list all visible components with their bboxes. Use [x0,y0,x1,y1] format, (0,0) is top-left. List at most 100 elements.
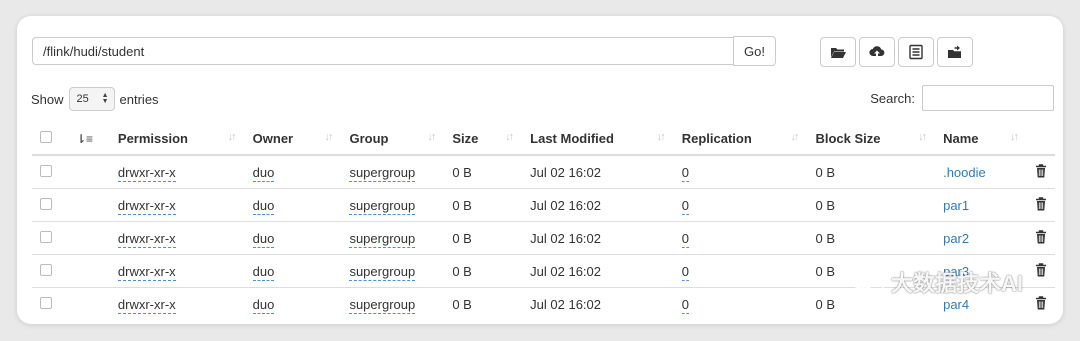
owner-value[interactable]: duo [252,230,275,248]
select-arrows-icon: ▲ ▼ [101,92,109,105]
owner-value[interactable]: duo [252,296,275,314]
owner-cell: duo [244,221,342,255]
owner-value[interactable]: duo [252,197,275,215]
path-bar: Go! [32,36,776,66]
trash-icon[interactable] [1035,163,1047,181]
name-link[interactable]: par1 [943,198,969,213]
row-checkbox[interactable] [40,296,52,309]
column-header-block-size[interactable]: Block Size ↓↑ [807,122,936,156]
group-value[interactable]: supergroup [349,263,416,281]
sort-icon: ↓↑ [427,131,436,143]
table-row[interactable]: drwxr-xr-x duo supergroup 0 B Jul 02 16:02 0 0… [32,287,1055,320]
group-cell: supergroup [341,154,445,189]
sort-icon: ↓↑ [324,131,333,143]
sort-icon: ↓↑ [1010,131,1019,143]
name-cell: par3 [935,254,1027,288]
table-row[interactable]: drwxr-xr-x duo supergroup 0 B Jul 02 16:02 0 0… [32,221,1055,255]
last-modified-cell: Jul 02 16:02 [522,154,674,189]
column-header-name[interactable]: Name ↓↑ [935,122,1027,156]
column-header-last-modified[interactable]: Last Modified ↓↑ [522,122,674,156]
trash-icon[interactable] [1035,295,1047,313]
row-spacer-cell [67,221,110,255]
permission-value[interactable]: drwxr-xr-x [117,296,176,314]
name-cell: par1 [935,188,1027,222]
path-input[interactable] [32,37,733,65]
owner-cell: duo [244,154,342,189]
owner-value[interactable]: duo [252,164,275,182]
replication-value[interactable]: 0 [681,230,689,248]
block-size-cell: 0 B [807,154,936,189]
group-value[interactable]: supergroup [349,197,416,215]
column-header-group[interactable]: Group ↓↑ [341,122,445,156]
replication-cell: 0 [673,254,808,288]
permission-cell: drwxr-xr-x [109,221,245,255]
permission-cell: drwxr-xr-x [109,188,245,222]
row-spacer-cell [67,188,110,222]
name-link[interactable]: .hoodie [943,165,986,180]
actions-header [1027,122,1055,156]
group-cell: supergroup [341,254,445,288]
name-cell: par4 [935,287,1027,320]
list-icon [909,44,923,60]
column-header-permission[interactable]: Permission ↓↑ [109,122,245,156]
sort-icon: ↓↑ [505,131,514,143]
column-header-replication[interactable]: Replication ↓↑ [673,122,808,156]
row-checkbox[interactable] [40,230,52,243]
trash-icon[interactable] [1035,262,1047,280]
permission-value[interactable]: drwxr-xr-x [117,263,176,281]
group-value[interactable]: supergroup [349,164,416,182]
sort-indicator-header[interactable]: ⇂≡ [67,122,110,156]
owner-cell: duo [244,254,342,288]
replication-cell: 0 [673,154,808,189]
go-button[interactable]: Go! [733,36,776,66]
block-size-cell: 0 B [807,221,936,255]
select-all-header [32,122,68,156]
column-header-owner[interactable]: Owner ↓↑ [244,122,342,156]
sort-icon: ↓↑ [918,131,927,143]
sort-icon: ↓↑ [790,131,799,143]
upload-button[interactable] [859,37,895,67]
file-browser-panel: Go! Show 25 ▲▼ entries Search: ⇂≡ Permis… [17,16,1063,324]
last-modified-cell: Jul 02 16:02 [522,254,674,288]
list-view-button[interactable] [898,37,934,67]
row-checkbox[interactable] [40,263,52,276]
page-length-value: 25 [76,93,89,105]
search-input[interactable] [922,85,1054,111]
block-size-cell: 0 B [807,254,936,288]
search-control: Search: [870,85,1054,111]
name-link[interactable]: par3 [943,264,969,279]
size-cell: 0 B [444,254,523,288]
file-table: ⇂≡ Permission ↓↑ Owner ↓↑ Group ↓↑ Size ↓↑ L… [32,122,1055,320]
row-spacer-cell [67,287,110,320]
row-checkbox[interactable] [40,197,52,210]
table-body: drwxr-xr-x duo supergroup 0 B Jul 02 16:02 0 0… [32,154,1055,320]
replication-value[interactable]: 0 [681,263,689,281]
group-value[interactable]: supergroup [349,296,416,314]
permission-value[interactable]: drwxr-xr-x [117,164,176,182]
table-row[interactable]: drwxr-xr-x duo supergroup 0 B Jul 02 16:02 0 0… [32,154,1055,189]
row-spacer-cell [67,154,110,189]
show-label: Show [31,91,64,107]
permission-value[interactable]: drwxr-xr-x [117,230,176,248]
size-cell: 0 B [444,154,523,189]
trash-icon[interactable] [1035,196,1047,214]
trash-icon[interactable] [1035,229,1047,247]
row-checkbox[interactable] [40,164,52,177]
cut-paste-button[interactable] [937,37,973,67]
owner-value[interactable]: duo [252,263,275,281]
block-size-cell: 0 B [807,188,936,222]
select-all-checkbox[interactable] [40,130,52,143]
table-row[interactable]: drwxr-xr-x duo supergroup 0 B Jul 02 16:02 0 0… [32,254,1055,288]
create-directory-button[interactable] [820,37,856,67]
table-row[interactable]: drwxr-xr-x duo supergroup 0 B Jul 02 16:02 0 0… [32,188,1055,222]
group-value[interactable]: supergroup [349,230,416,248]
replication-value[interactable]: 0 [681,164,689,182]
replication-value[interactable]: 0 [681,197,689,215]
name-link[interactable]: par4 [943,297,969,312]
column-header-size[interactable]: Size ↓↑ [444,122,523,156]
replication-value[interactable]: 0 [681,296,689,314]
name-cell: par2 [935,221,1027,255]
name-link[interactable]: par2 [943,231,969,246]
permission-value[interactable]: drwxr-xr-x [117,197,176,215]
page-length-select[interactable]: 25 ▲ ▼ [68,87,115,111]
